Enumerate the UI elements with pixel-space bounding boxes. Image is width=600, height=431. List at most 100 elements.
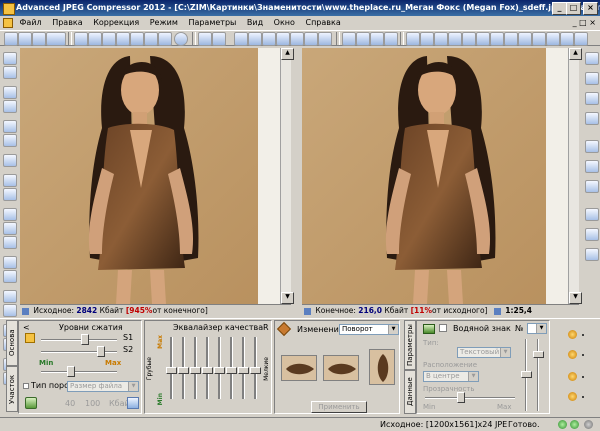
zoom-plus-icon[interactable] <box>585 52 599 65</box>
open-dropdown-icon[interactable] <box>46 32 66 46</box>
actual-size-icon[interactable] <box>248 32 262 46</box>
s2-slider-knob[interactable] <box>97 346 105 357</box>
text-icon[interactable] <box>532 32 546 46</box>
apply-threshold-icon[interactable] <box>25 397 37 409</box>
zoom-minus-icon[interactable] <box>585 72 599 85</box>
rotate-right-icon[interactable] <box>3 134 17 147</box>
watermark-vertical-slider-2[interactable] <box>537 339 539 411</box>
s2-slider[interactable] <box>41 351 117 353</box>
threshold-type-select[interactable]: Размер файла ▼ <box>67 381 139 392</box>
threshold-calc-icon[interactable] <box>127 397 139 409</box>
zoom-out-icon[interactable] <box>212 32 226 46</box>
apply-button[interactable]: Применить <box>311 401 367 413</box>
brush-icon[interactable] <box>384 32 398 46</box>
quality-slider-knob[interactable] <box>67 366 75 377</box>
eq-band-2-knob[interactable] <box>178 367 189 374</box>
fullscreen-icon[interactable] <box>574 32 588 46</box>
original-vertical-scrollbar[interactable]: ▲ ▼ <box>280 48 294 304</box>
chevron-down-icon[interactable]: ▼ <box>388 325 398 334</box>
scroll-down-arrow[interactable]: ▼ <box>281 292 294 304</box>
open-folder-icon[interactable] <box>18 32 32 46</box>
s1-slider-knob[interactable] <box>81 334 89 345</box>
levels-icon[interactable] <box>3 188 17 201</box>
quality-slider[interactable] <box>41 371 117 373</box>
new-file-icon[interactable] <box>4 32 18 46</box>
marquee-icon[interactable] <box>420 32 434 46</box>
compress-icon[interactable] <box>116 32 130 46</box>
ruler-icon[interactable] <box>585 228 599 241</box>
fill-icon[interactable] <box>476 32 490 46</box>
move-icon[interactable] <box>356 32 370 46</box>
tab-main[interactable]: Основа <box>6 320 18 366</box>
select-icon[interactable] <box>406 32 420 46</box>
menu-help[interactable]: Справка <box>301 16 344 30</box>
menu-window[interactable]: Окно <box>270 16 299 30</box>
chevron-down-icon[interactable]: ▼ <box>536 324 546 333</box>
option-icon-1[interactable] <box>568 330 577 339</box>
maximize-button[interactable]: □ <box>566 2 581 15</box>
position-select[interactable]: В центре ▼ <box>423 371 479 382</box>
info-panel-icon[interactable] <box>585 140 599 153</box>
watermark-number-select[interactable]: ▼ <box>527 323 547 334</box>
flip-icon[interactable] <box>3 154 17 167</box>
eraser-icon[interactable] <box>462 32 476 46</box>
view-icon[interactable] <box>276 32 290 46</box>
color-icon[interactable] <box>3 304 17 317</box>
saturation-icon[interactable] <box>3 236 17 249</box>
rotate-left-icon[interactable] <box>3 120 17 133</box>
brightness-icon[interactable] <box>3 208 17 221</box>
eq-band-8-knob[interactable] <box>250 367 261 374</box>
compressed-image-pane[interactable] <box>302 48 568 304</box>
menu-params[interactable]: Параметры <box>184 16 240 30</box>
export-icon[interactable] <box>88 32 102 46</box>
paste-icon[interactable] <box>370 32 384 46</box>
eq-band-5-knob[interactable] <box>214 367 225 374</box>
noise-icon[interactable] <box>3 290 17 303</box>
option-icon-2[interactable] <box>568 350 577 359</box>
compare-icon[interactable] <box>130 32 144 46</box>
chevron-down-icon[interactable]: ▼ <box>500 348 510 357</box>
preview-icon[interactable] <box>144 32 158 46</box>
help-icon[interactable] <box>174 32 188 46</box>
zoom-fit-icon[interactable] <box>585 92 599 105</box>
menu-correction[interactable]: Коррекция <box>89 16 143 30</box>
magic-wand-icon[interactable] <box>448 32 462 46</box>
crop-tool-icon[interactable] <box>3 66 17 79</box>
menu-file[interactable]: Файл <box>16 16 46 30</box>
minimize-button[interactable]: _ <box>552 2 567 15</box>
scroll-up-arrow[interactable]: ▲ <box>281 48 294 60</box>
save-icon[interactable] <box>32 32 46 46</box>
menu-view[interactable]: Вид <box>243 16 267 30</box>
threshold-checkbox[interactable] <box>23 383 29 389</box>
watermark-vertical-slider-2-knob[interactable] <box>533 351 544 358</box>
scroll-down-arrow[interactable]: ▼ <box>569 292 582 304</box>
scroll-up-arrow[interactable]: ▲ <box>569 48 582 60</box>
menu-edit[interactable]: Правка <box>48 16 86 30</box>
guides-icon[interactable] <box>585 248 599 261</box>
option-icon-3[interactable] <box>568 372 577 381</box>
sharpen-icon[interactable] <box>518 32 532 46</box>
hand-icon[interactable] <box>342 32 356 46</box>
blur-tool-icon[interactable] <box>3 270 17 283</box>
select-tool-icon[interactable] <box>3 52 17 65</box>
eq-band-6-knob[interactable] <box>226 367 237 374</box>
menu-mode[interactable]: Режим <box>146 16 182 30</box>
tab-area[interactable]: Участок <box>6 366 18 412</box>
grid-icon[interactable] <box>262 32 276 46</box>
original-image-pane[interactable] <box>20 48 280 304</box>
blur-icon[interactable] <box>504 32 518 46</box>
tab-params[interactable]: Параметры <box>404 320 416 370</box>
clone-icon[interactable] <box>490 32 504 46</box>
chevron-down-icon[interactable]: ▼ <box>128 382 138 391</box>
zoom-in-icon[interactable] <box>198 32 212 46</box>
fit-icon[interactable] <box>234 32 248 46</box>
navigator-icon[interactable] <box>585 160 599 173</box>
eq-band-4-knob[interactable] <box>202 367 213 374</box>
close-button[interactable]: × <box>583 2 598 15</box>
rotate-180-thumbnail[interactable] <box>369 349 395 385</box>
transparency-slider-knob[interactable] <box>457 392 465 403</box>
layers-icon[interactable] <box>585 180 599 193</box>
zoom-100-icon[interactable] <box>585 112 599 125</box>
mdi-controls[interactable]: _ □ × <box>573 16 596 30</box>
eq-band-7-knob[interactable] <box>238 367 249 374</box>
